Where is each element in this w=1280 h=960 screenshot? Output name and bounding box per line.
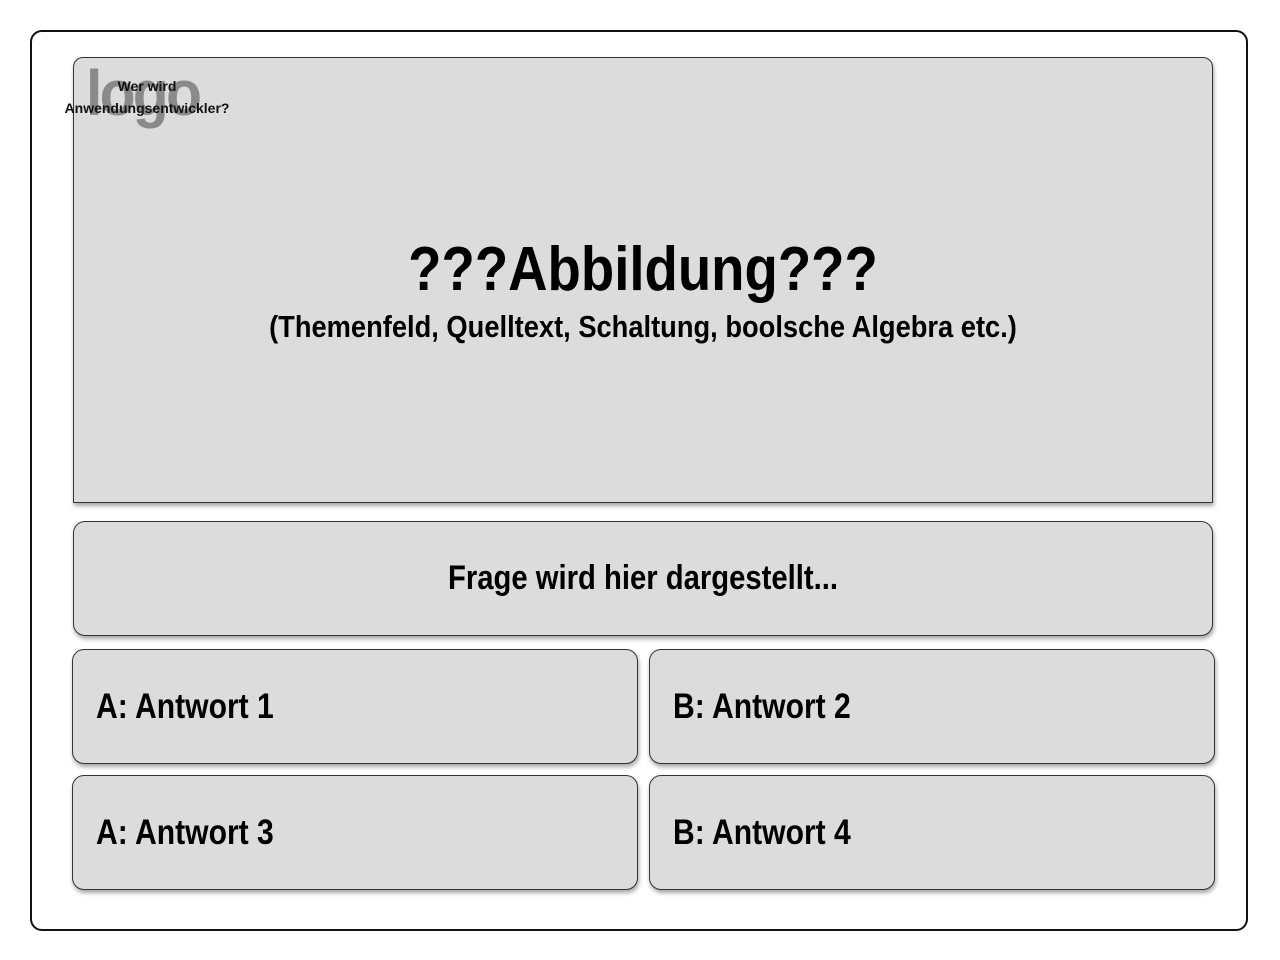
- question-text: Frage wird hier dargestellt...: [448, 559, 838, 597]
- illustration-placeholder-subtitle: (Themenfeld, Quelltext, Schaltung, bools…: [269, 309, 1017, 344]
- answer-button-4[interactable]: B: Antwort 4: [649, 775, 1215, 890]
- answer-button-1[interactable]: A: Antwort 1: [72, 649, 638, 764]
- app-logo: logo Wer wird Anwendungsentwickler?: [60, 58, 240, 138]
- question-box: Frage wird hier dargestellt...: [73, 521, 1213, 636]
- answer-label: B: Antwort 2: [673, 687, 851, 726]
- app-title-line-2: Anwendungsentwickler?: [64, 100, 230, 116]
- answer-label: A: Antwort 3: [96, 813, 274, 852]
- answer-button-3[interactable]: A: Antwort 3: [72, 775, 638, 890]
- app-title-line-1: Wer wird: [117, 78, 177, 94]
- answer-button-2[interactable]: B: Antwort 2: [649, 649, 1215, 764]
- app-title: Wer wird Anwendungsentwickler?: [60, 75, 234, 119]
- illustration-placeholder-title: ???Abbildung???: [408, 235, 878, 304]
- answer-label: B: Antwort 4: [673, 813, 851, 852]
- answer-label: A: Antwort 1: [96, 687, 274, 726]
